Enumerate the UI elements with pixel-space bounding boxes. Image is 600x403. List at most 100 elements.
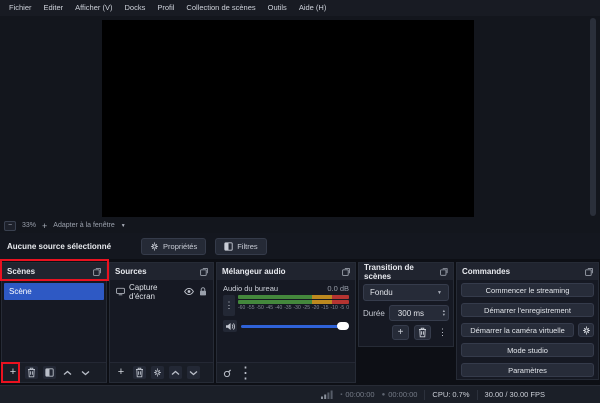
meter-green-segment [238, 300, 312, 304]
volume-meter-top [238, 295, 349, 299]
transition-type-select[interactable]: Fondu ▼ [363, 284, 449, 301]
source-context-bar: Aucune source sélectionné Propriétés Fil… [0, 233, 600, 259]
remove-scene-button[interactable] [25, 366, 38, 379]
scene-list-item-selected[interactable]: Scène [4, 283, 104, 300]
properties-button[interactable]: Propriétés [141, 237, 207, 255]
preview-area [0, 16, 600, 218]
start-virtual-camera-button[interactable]: Démarrer la caméra virtuelle [461, 323, 574, 337]
dock-popout-icon [440, 267, 448, 276]
advanced-audio-button[interactable] [221, 366, 234, 379]
virtual-camera-row: Démarrer la caméra virtuelle [461, 323, 594, 337]
fps-indicator: 30.00 / 30.00 FPS [484, 390, 545, 399]
volume-slider-handle[interactable] [337, 322, 349, 330]
studio-mode-button[interactable]: Mode studio [461, 343, 594, 357]
preview-canvas[interactable] [102, 20, 474, 217]
chevron-down-icon[interactable]: ▼ [121, 223, 126, 229]
knob-icon [223, 368, 231, 377]
transition-menu-button[interactable]: ⋮ [436, 327, 449, 338]
move-scene-down-button[interactable] [79, 366, 92, 379]
eye-visibility-icon[interactable] [184, 288, 194, 295]
controls-panel-title: Commandes [462, 267, 511, 276]
move-scene-up-button[interactable] [61, 366, 74, 379]
zoom-level-value: 33% [22, 222, 37, 229]
chevron-up-icon [171, 370, 180, 375]
scenes-toolbar: + [2, 362, 106, 382]
gear-icon [154, 368, 161, 377]
duration-value: 300 ms [397, 308, 425, 318]
sources-panel-header[interactable]: Sources [110, 263, 213, 280]
meter-red-segment [332, 295, 349, 299]
start-recording-button[interactable]: Démarrer l'enregistrement [461, 303, 594, 317]
duration-spin-arrows[interactable]: ▴ ▾ [443, 308, 445, 317]
sources-panel-title: Sources [115, 267, 147, 276]
spin-down-icon[interactable]: ▾ [443, 312, 445, 317]
add-transition-button[interactable]: + [392, 325, 409, 340]
chevron-down-icon: ▼ [437, 289, 442, 296]
dock-popout-icon [585, 267, 593, 276]
zoom-out-button[interactable]: − [4, 220, 16, 231]
scene-transitions-panel-title: Transition de scènes [364, 262, 414, 281]
menu-item-profil[interactable]: Profil [151, 0, 180, 16]
mixer-channel-level: 0.0 dB [327, 284, 349, 293]
meter-green-segment [238, 295, 312, 299]
speaker-icon [225, 322, 235, 330]
display-capture-icon [116, 287, 125, 296]
record-time-value: 00:00:00 [388, 390, 418, 399]
move-source-up-button[interactable] [169, 366, 182, 379]
menu-item-docks[interactable]: Docks [118, 0, 151, 16]
remove-source-button[interactable] [133, 366, 146, 379]
remove-transition-button[interactable] [414, 325, 431, 340]
source-properties-button[interactable] [151, 366, 164, 379]
gear-icon [151, 241, 158, 251]
scenes-panel-header[interactable]: Scènes [2, 263, 106, 280]
chevron-down-icon [189, 370, 198, 375]
menu-item-editer[interactable]: Editer [38, 0, 70, 16]
scene-transitions-panel-header[interactable]: Transition de scènes [359, 262, 453, 281]
mixer-channel-menu-button[interactable]: ⋮ [223, 295, 235, 316]
chevron-down-icon [81, 370, 90, 375]
move-source-down-button[interactable] [187, 366, 200, 379]
trash-icon [136, 367, 143, 378]
add-scene-button[interactable]: + [6, 366, 20, 379]
dock-popout-icon [342, 267, 350, 276]
transition-actions: + ⋮ [363, 325, 449, 340]
filters-button[interactable]: Filtres [215, 237, 267, 255]
fit-to-window-label[interactable]: Adapter à la fenêtre [53, 222, 115, 229]
trash-icon [419, 327, 426, 338]
menu-item-aide[interactable]: Aide (H) [293, 0, 333, 16]
controls-panel-header[interactable]: Commandes [457, 263, 598, 280]
filter-icon [224, 241, 233, 251]
meter-orange-segment [311, 295, 333, 299]
sources-panel: Sources Capture d'écran + [109, 262, 214, 383]
sources-toolbar: + [110, 362, 213, 382]
duration-spinbox[interactable]: 300 ms ▴ ▾ [388, 305, 449, 321]
volume-slider[interactable] [241, 322, 349, 330]
source-item-actions [184, 287, 207, 296]
menu-item-collection-de-scenes[interactable]: Collection de scènes [180, 0, 261, 16]
scene-filters-button[interactable] [43, 366, 56, 379]
stream-time: ▪ 00:00:00 [340, 390, 374, 399]
cpu-usage: CPU: 0.7% [432, 390, 470, 399]
mixer-meter-block: ⋮ -60 -55 -50 -45 -40 -35 -30 -25 -20 -15 -10 -5 0 [217, 295, 355, 316]
zoom-in-button[interactable]: + [42, 221, 47, 231]
preview-vertical-scrollbar[interactable] [590, 18, 596, 216]
settings-button[interactable]: Paramètres [461, 363, 594, 377]
meter-scale-ticks: -60 -55 -50 -45 -40 -35 -30 -25 -20 -15 -10 -5 0 [238, 305, 349, 311]
lock-icon[interactable] [199, 287, 207, 296]
mute-toggle-button[interactable] [223, 320, 237, 332]
menu-item-afficher[interactable]: Afficher (V) [69, 0, 118, 16]
chevron-up-icon [63, 370, 72, 375]
add-source-button[interactable]: + [114, 366, 128, 379]
stream-time-value: 00:00:00 [345, 390, 375, 399]
audio-mixer-panel-header[interactable]: Mélangeur audio [217, 263, 355, 280]
mixer-meter-column: -60 -55 -50 -45 -40 -35 -30 -25 -20 -15 -10 -5 0 [238, 295, 349, 316]
source-list-item[interactable]: Capture d'écran [113, 283, 210, 301]
dock-popout-icon [93, 267, 101, 276]
menu-item-outils[interactable]: Outils [262, 0, 293, 16]
start-streaming-button[interactable]: Commencer le streaming [461, 283, 594, 297]
mixer-menu-button[interactable]: ⋮ [238, 365, 254, 382]
trash-icon [28, 367, 35, 378]
virtual-camera-settings-button[interactable] [578, 323, 594, 337]
record-status-icon: ● [381, 391, 386, 398]
menu-item-fichier[interactable]: Fichier [3, 0, 38, 16]
